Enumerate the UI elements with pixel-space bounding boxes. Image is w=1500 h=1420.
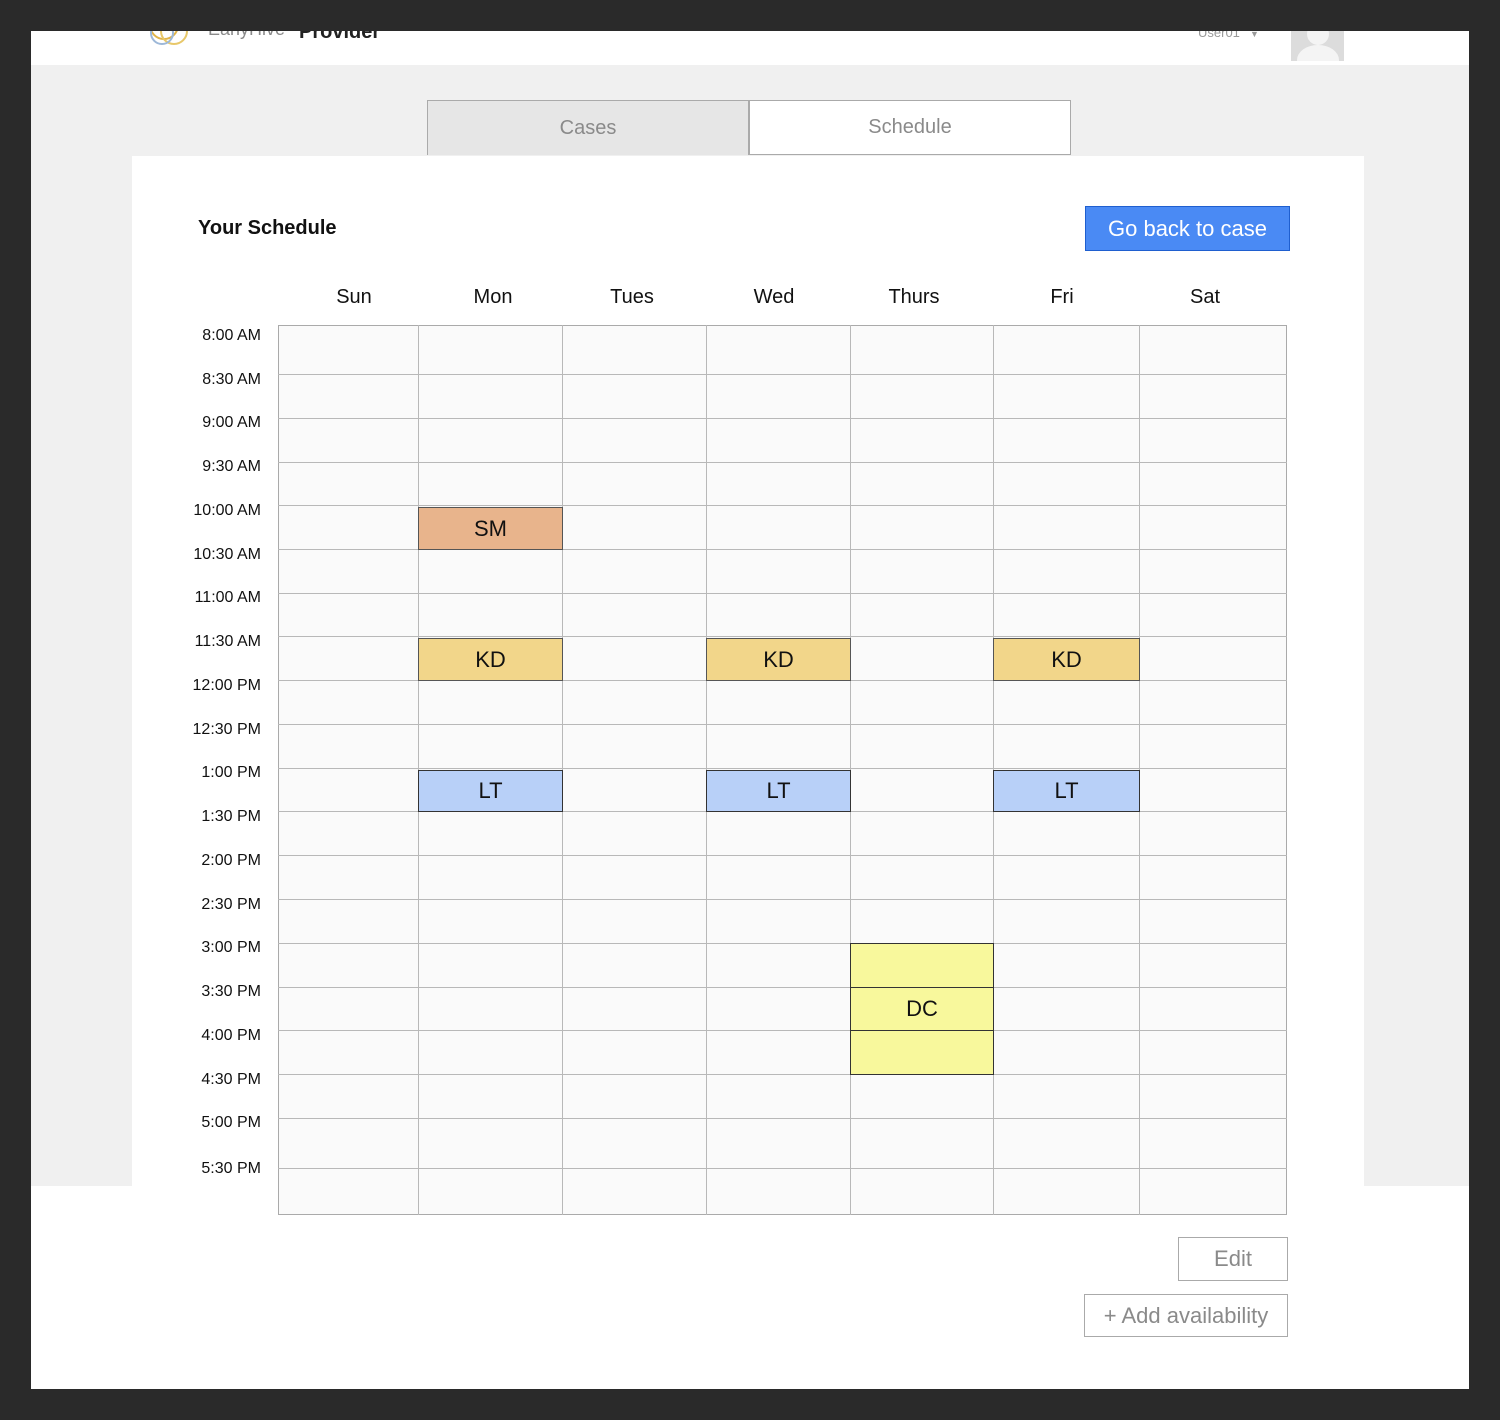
event-block-dc[interactable] <box>850 1030 994 1075</box>
app-window: EarlyHive Provider User01 ▼ Cases Schedu… <box>31 31 1469 1389</box>
grid-row-line <box>278 899 1287 900</box>
time-label: 8:00 AM <box>202 327 261 344</box>
grid-row-line <box>278 1168 1287 1169</box>
grid-row-line <box>278 724 1287 725</box>
time-label: 4:30 PM <box>201 1071 261 1088</box>
brand-suffix: Provider <box>299 31 381 43</box>
brand-logo-icon <box>150 31 188 45</box>
tab-cases[interactable]: Cases <box>427 100 749 155</box>
event-block-sm[interactable]: SM <box>418 507 563 550</box>
top-bar: EarlyHive Provider User01 ▼ <box>31 31 1469 65</box>
edit-button[interactable]: Edit <box>1178 1237 1288 1281</box>
time-label: 11:00 AM <box>194 589 261 606</box>
time-label: 5:00 PM <box>201 1114 261 1131</box>
time-label: 10:00 AM <box>193 502 261 519</box>
time-label: 2:30 PM <box>201 896 261 913</box>
tab-schedule[interactable]: Schedule <box>749 100 1071 155</box>
time-label: 1:30 PM <box>201 808 261 825</box>
day-header-mon: Mon <box>473 286 513 308</box>
event-block-kd[interactable]: KD <box>993 638 1140 681</box>
add-availability-button[interactable]: + Add availability <box>1084 1294 1288 1337</box>
day-header-sun: Sun <box>336 286 372 308</box>
event-block-lt[interactable]: LT <box>993 770 1140 812</box>
grid-row-line <box>278 462 1287 463</box>
grid-row-line <box>278 374 1287 375</box>
event-block-kd[interactable]: KD <box>706 638 851 681</box>
event-block-kd[interactable]: KD <box>418 638 563 681</box>
time-label: 5:30 PM <box>201 1160 261 1177</box>
time-label: 4:00 PM <box>201 1027 261 1044</box>
event-block-dc[interactable] <box>850 943 994 988</box>
day-header-tues: Tues <box>610 286 654 308</box>
grid-row-line <box>278 987 1287 988</box>
day-header-fri: Fri <box>1050 286 1074 308</box>
time-label: 9:00 AM <box>202 414 261 431</box>
grid-row-line <box>278 768 1287 769</box>
day-header-thurs: Thurs <box>888 286 940 308</box>
time-label: 12:00 PM <box>192 677 261 694</box>
chevron-down-icon[interactable]: ▼ <box>1250 31 1259 39</box>
brand-name: EarlyHive <box>208 31 285 40</box>
event-block-dc[interactable]: DC <box>850 987 994 1031</box>
day-header-sat: Sat <box>1189 286 1221 308</box>
go-back-to-case-button[interactable]: Go back to case <box>1085 206 1290 251</box>
time-label: 1:00 PM <box>201 764 261 781</box>
time-label: 8:30 AM <box>202 371 261 388</box>
avatar[interactable] <box>1291 31 1344 61</box>
grid-row-line <box>278 418 1287 419</box>
day-header-wed: Wed <box>753 286 795 308</box>
event-block-lt[interactable]: LT <box>418 770 563 812</box>
grid-row-line <box>278 593 1287 594</box>
time-label: 12:30 PM <box>192 721 261 738</box>
event-block-lt[interactable]: LT <box>706 770 851 812</box>
time-label: 2:00 PM <box>201 852 261 869</box>
time-label: 3:30 PM <box>201 983 261 1000</box>
user-menu[interactable]: User01 <box>1198 31 1240 40</box>
grid-row-line <box>278 1074 1287 1075</box>
grid-row-line <box>278 943 1287 944</box>
time-label: 11:30 AM <box>194 633 261 650</box>
grid-row-line <box>278 505 1287 506</box>
grid-row-line <box>278 1030 1287 1031</box>
grid-row-line <box>278 855 1287 856</box>
time-label: 3:00 PM <box>201 939 261 956</box>
time-label: 10:30 AM <box>193 546 261 563</box>
page-title: Your Schedule <box>198 217 337 239</box>
grid-row-line <box>278 1118 1287 1119</box>
time-label: 9:30 AM <box>202 458 261 475</box>
grid-row-line <box>278 636 1287 637</box>
